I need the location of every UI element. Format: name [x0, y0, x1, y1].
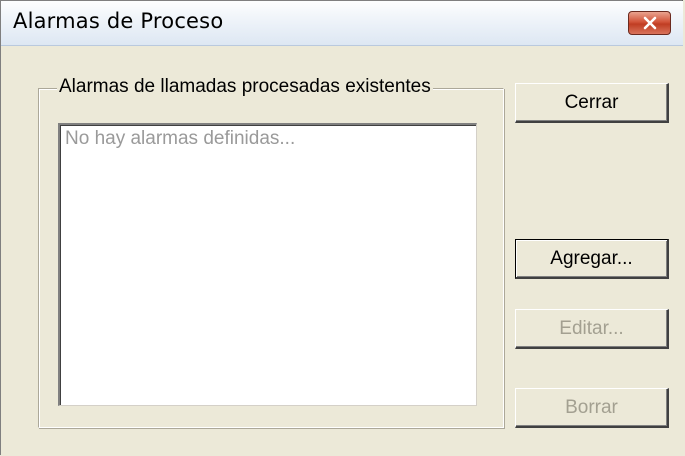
alarms-listbox[interactable]: No hay alarmas definidas... [58, 123, 477, 406]
list-empty-placeholder: No hay alarmas definidas... [65, 128, 296, 149]
dialog-client-area: Alarmas de llamadas procesadas existente… [1, 46, 683, 456]
edit-button[interactable]: Editar... [515, 309, 669, 349]
title-close-button[interactable] [628, 11, 671, 35]
window-title: Alarmas de Proceso [13, 9, 224, 33]
alarms-group-label: Alarmas de llamadas procesadas existente… [57, 76, 433, 98]
close-button[interactable]: Cerrar [515, 83, 669, 123]
title-bar[interactable]: Alarmas de Proceso [1, 1, 683, 46]
dialog-window: Alarmas de Proceso Alarmas de llamadas p… [0, 0, 683, 456]
delete-button[interactable]: Borrar [515, 388, 669, 428]
close-icon [643, 16, 656, 30]
add-button[interactable]: Agregar... [515, 239, 669, 279]
